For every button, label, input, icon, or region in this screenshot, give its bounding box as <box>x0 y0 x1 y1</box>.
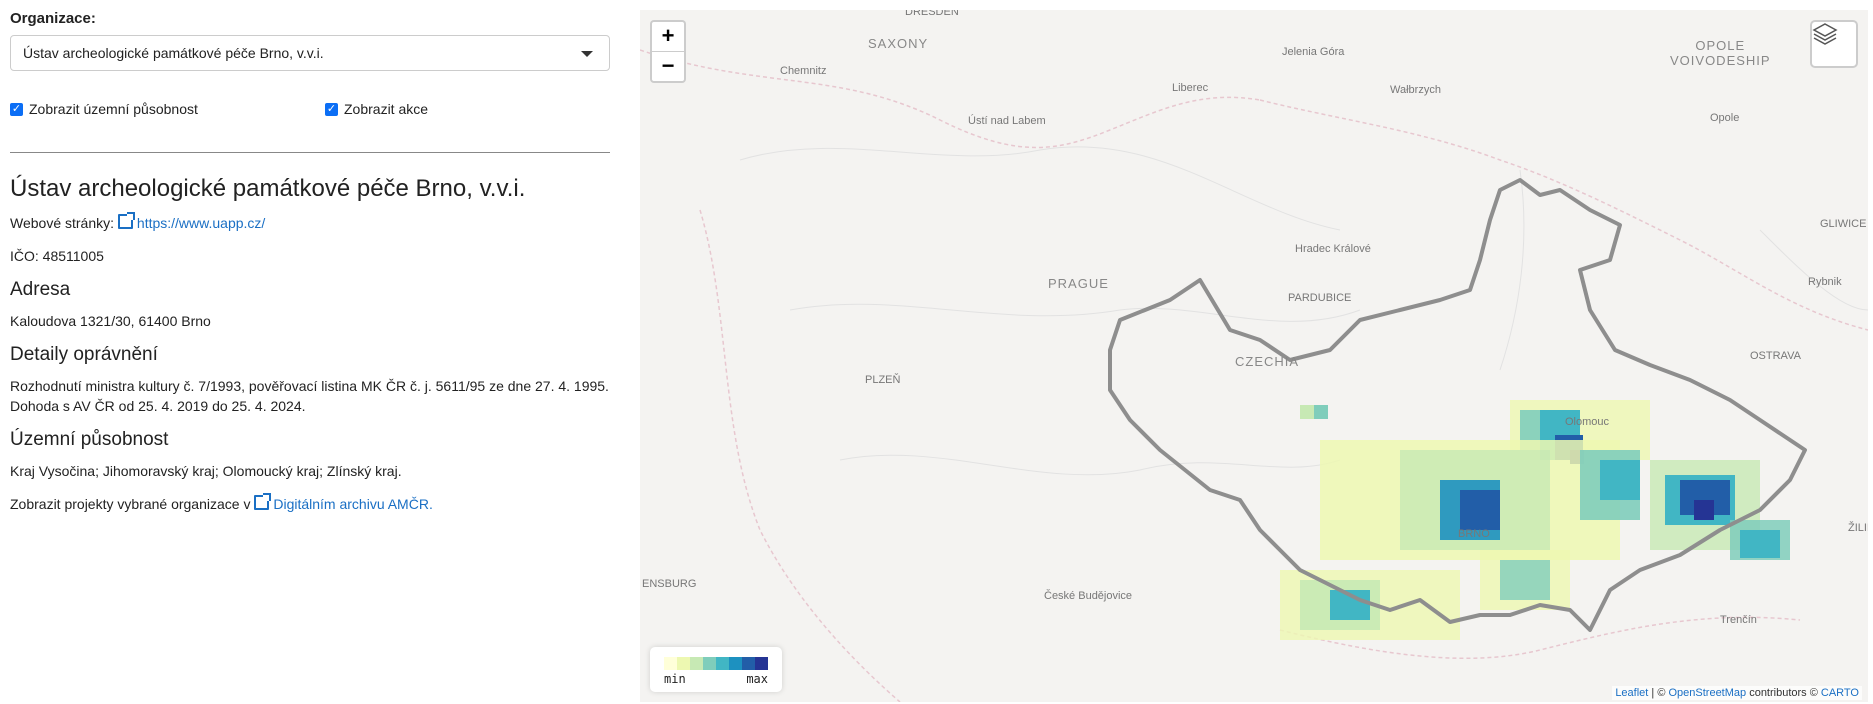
attribution-sep: | © <box>1648 687 1669 699</box>
place-label: Liberec <box>1172 82 1209 94</box>
legend-swatch <box>716 657 729 670</box>
web-link[interactable]: https://www.uapp.cz/ <box>117 212 266 231</box>
zoom-control: + − <box>650 20 686 83</box>
legend-swatch <box>690 657 703 670</box>
place-label: PLZEŇ <box>865 374 901 386</box>
place-label: České Budějovice <box>1044 590 1133 602</box>
organization-select[interactable]: Ústav archeologické památkové péče Brno,… <box>10 35 610 71</box>
address: Kaloudova 1321/30, 61400 Brno <box>10 313 211 329</box>
legend-max: max <box>746 672 768 686</box>
legend-swatch <box>742 657 755 670</box>
place-label: PARDUBICE <box>1288 292 1352 304</box>
place-label: Trenčín <box>1720 614 1757 626</box>
place-label: DRESDEN <box>905 10 959 18</box>
place-label: ENSBURG <box>642 578 697 590</box>
place-label: Opole <box>1710 112 1740 124</box>
projects-prefix: Zobrazit projekty vybrané organizace v <box>10 496 251 512</box>
checkbox-checked-icon[interactable]: ✓ <box>325 102 338 116</box>
heat-cell <box>1300 405 1314 419</box>
place-label: BRNO <box>1458 528 1490 540</box>
layers-button[interactable] <box>1810 20 1858 68</box>
web-link-text: https://www.uapp.cz/ <box>136 215 266 231</box>
region-line <box>839 454 1341 476</box>
map[interactable]: DRESDEN SAXONY Chemnitz Jelenia Góra Lib… <box>640 10 1868 702</box>
address-heading: Adresa <box>10 279 71 300</box>
place-label: Olomouc <box>1565 416 1610 428</box>
legend-swatch <box>664 657 677 670</box>
place-label: SAXONY <box>868 36 929 51</box>
legend-swatch <box>755 657 768 670</box>
place-label: OSTRAVA <box>1750 350 1801 362</box>
place-label: CZECHIA <box>1235 354 1300 369</box>
territory: Kraj Vysočina; Jihomoravský kraj; Olomou… <box>10 463 402 479</box>
external-link-icon <box>254 493 272 510</box>
archive-link[interactable]: Digitálním archivu AMČR. <box>254 493 433 512</box>
heat-cell <box>1500 560 1550 600</box>
legend: min max <box>650 647 782 692</box>
place-label: Rybnik <box>1808 276 1842 288</box>
checkbox-checked-icon[interactable]: ✓ <box>10 102 23 116</box>
border-line <box>640 49 1261 149</box>
zoom-in-button[interactable]: + <box>652 22 684 52</box>
heat-cell <box>1694 500 1714 520</box>
caret-down-icon <box>581 51 593 57</box>
place-label: Jelenia Góra <box>1282 46 1345 58</box>
place-label: Ústí nad Labem <box>968 115 1046 127</box>
heat-cell <box>1740 530 1780 558</box>
place-label: GLIWICE <box>1820 218 1867 230</box>
archive-link-text: Digitálním archivu AMČR. <box>273 496 433 512</box>
carto-link[interactable]: CARTO <box>1821 687 1859 699</box>
territory-checkbox[interactable]: ✓ Zobrazit územní působnost <box>10 101 198 117</box>
place-label: ŽILIN <box>1848 522 1868 534</box>
details-heading: Detaily oprávnění <box>10 344 158 365</box>
projects-row: Zobrazit projekty vybrané organizace v D… <box>10 493 610 514</box>
region-line <box>789 303 1361 322</box>
territory-outline <box>1108 178 1807 632</box>
organization-label: Organizace: <box>10 10 96 27</box>
attribution-mid: contributors © <box>1746 687 1821 699</box>
heat-cell <box>1460 490 1500 530</box>
region-line <box>1499 169 1525 371</box>
organization-select-value: Ústav archeologické památkové péče Brno,… <box>23 45 324 61</box>
heat-cell <box>1314 405 1328 419</box>
web-row: Webové stránky: https://www.uapp.cz/ <box>10 212 610 233</box>
place-label: Wałbrzych <box>1390 84 1441 96</box>
sidebar-panel: Organizace: Ústav archeologické památkov… <box>10 0 610 527</box>
density-heatmap <box>1280 400 1790 640</box>
legend-swatch <box>677 657 690 670</box>
place-label: Hradec Králové <box>1295 243 1371 255</box>
org-title: Ústav archeologické památkové péče Brno,… <box>10 175 526 202</box>
heat-cell <box>1600 460 1640 500</box>
map-attribution: Leaflet | © OpenStreetMap contributors ©… <box>1612 686 1862 700</box>
external-link-icon <box>117 212 135 229</box>
zoom-out-button[interactable]: − <box>652 52 684 81</box>
osm-link[interactable]: OpenStreetMap <box>1668 687 1746 699</box>
details: Rozhodnutí ministra kultury č. 7/1993, p… <box>10 378 609 414</box>
ico: IČO: 48511005 <box>10 248 104 264</box>
checkbox-row: ✓ Zobrazit územní působnost ✓ Zobrazit a… <box>10 101 610 117</box>
actions-checkbox-label: Zobrazit akce <box>344 101 429 117</box>
place-label: PRAGUE <box>1048 276 1109 291</box>
place-label: OPOLE VOIVODESHIP <box>1670 38 1771 68</box>
layers-icon <box>1812 23 1838 45</box>
territory-checkbox-label: Zobrazit územní působnost <box>29 101 198 117</box>
divider <box>10 152 610 153</box>
territory-heading: Územní působnost <box>10 429 169 450</box>
legend-swatch <box>729 657 742 670</box>
actions-checkbox[interactable]: ✓ Zobrazit akce <box>325 101 428 117</box>
place-label: Chemnitz <box>780 65 827 77</box>
legend-min: min <box>664 672 686 686</box>
region-line <box>739 146 1341 231</box>
leaflet-link[interactable]: Leaflet <box>1615 687 1648 699</box>
web-label: Webové stránky: <box>10 215 115 231</box>
legend-colorbar <box>664 657 768 670</box>
region-line <box>1759 229 1868 311</box>
legend-swatch <box>703 657 716 670</box>
